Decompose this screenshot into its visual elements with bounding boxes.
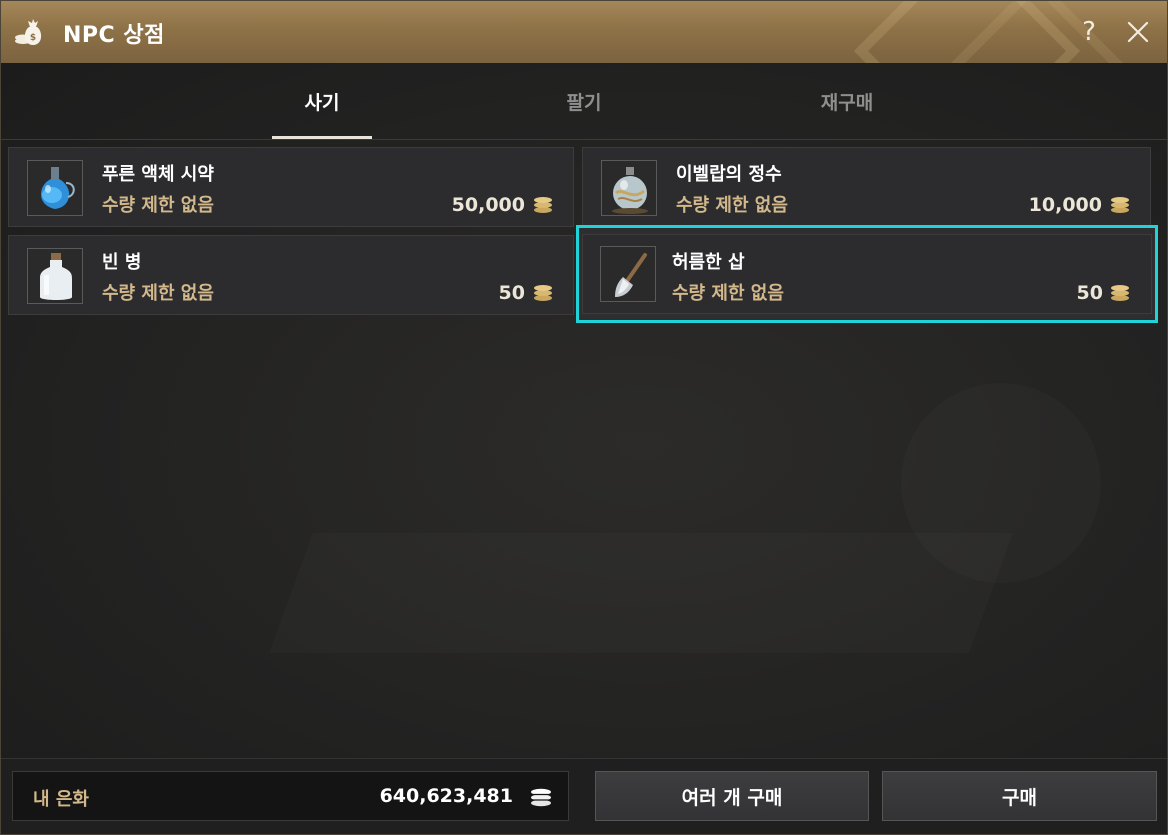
shop-item-card-selected[interactable]: 허름한 삽 수량 제한 없음 50 [576,225,1158,323]
money-bag-icon: $ [13,15,47,49]
shop-item-card[interactable]: 푸른 액체 시약 수량 제한 없음 50,000 [8,147,574,227]
currency-display: 내 은화 640,623,481 [12,771,569,821]
item-name: 푸른 액체 시약 [102,164,214,185]
item-quantity-limit: 수량 제한 없음 [102,283,214,304]
empty-bottle-icon [28,249,82,303]
shop-item-card[interactable]: 빈 병 수량 제한 없음 50 [8,235,574,315]
coin-stack-icon [1111,285,1129,301]
close-icon [1127,21,1149,43]
item-quantity-limit: 수량 제한 없음 [676,195,788,216]
shop-footer: 내 은화 640,623,481 여러 개 구매 구매 [1,758,1167,834]
item-price: 10,000 [1028,194,1102,216]
help-icon: ? [1082,17,1096,47]
tab-sell[interactable]: 팔기 [534,63,634,139]
item-price: 50 [1076,282,1103,304]
item-price: 50 [498,282,525,304]
item-name: 빈 병 [102,252,142,273]
item-thumbnail [600,246,656,302]
title-bar[interactable]: $ NPC 상점 ? [1,1,1167,63]
shop-tabs: 사기 팔기 재구매 [1,63,1167,140]
coin-stack-icon [1111,197,1129,213]
svg-text:$: $ [30,33,36,43]
shop-item-card[interactable]: 이벨랍의 정수 수량 제한 없음 10,000 [582,147,1151,227]
silver-coin-stack-icon [531,788,551,807]
shovel-icon [601,247,655,301]
item-quantity-limit: 수량 제한 없음 [672,283,784,304]
item-price: 50,000 [451,194,525,216]
essence-orb-icon [602,161,656,215]
item-thumbnail [27,160,83,216]
tab-buy[interactable]: 사기 [272,63,372,139]
coin-stack-icon [534,285,552,301]
currency-amount: 640,623,481 [379,785,513,807]
blue-potion-flask-icon [28,161,82,215]
close-button[interactable] [1121,15,1155,49]
buy-button[interactable]: 구매 [882,771,1157,821]
currency-label: 내 은화 [33,789,89,810]
tab-rebuy[interactable]: 재구매 [787,63,907,139]
item-name: 이벨랍의 정수 [676,164,782,185]
coin-stack-icon [534,197,552,213]
item-thumbnail [27,248,83,304]
item-thumbnail [601,160,657,216]
npc-shop-window: $ NPC 상점 ? 사기 팔기 재구매 푸른 액체 시약 수량 제한 없음 5… [0,0,1168,835]
help-button[interactable]: ? [1072,15,1106,49]
item-name: 허름한 삽 [672,252,745,273]
item-quantity-limit: 수량 제한 없음 [102,195,214,216]
active-tab-indicator [272,136,372,139]
window-title: NPC 상점 [63,23,165,48]
bulk-buy-button[interactable]: 여러 개 구매 [595,771,869,821]
